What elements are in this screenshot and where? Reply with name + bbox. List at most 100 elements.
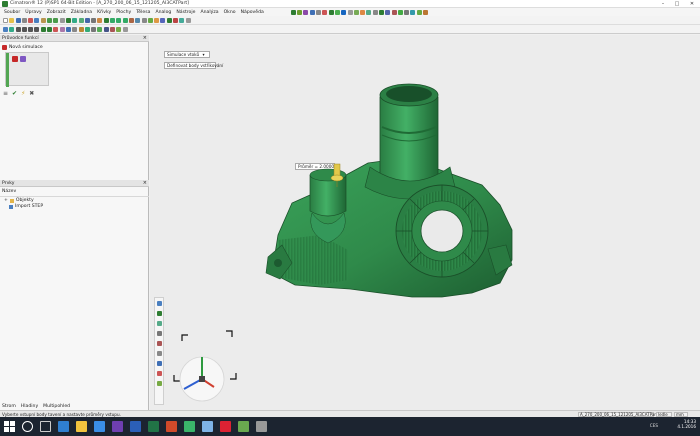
grid-icon[interactable] [141, 17, 147, 23]
sim-icon[interactable] [166, 17, 172, 23]
search-icon[interactable] [22, 421, 33, 432]
draft-icon[interactable] [360, 9, 366, 15]
split-icon[interactable] [372, 9, 378, 15]
undo-icon[interactable] [47, 17, 53, 23]
mirror-icon[interactable] [72, 26, 78, 32]
cimatron-taskbar-icon[interactable] [184, 421, 195, 432]
maximize-button[interactable]: □ [670, 0, 684, 8]
app-icon[interactable] [238, 421, 249, 432]
shade-icon[interactable] [97, 17, 103, 23]
menu-help[interactable]: Nápověda [241, 10, 264, 15]
material-icon[interactable] [160, 17, 166, 23]
render-icon[interactable] [416, 9, 422, 15]
graphics-viewport[interactable]: Simulace vtoků ▾ Definovat body vstřikov… [150, 35, 700, 410]
close-icon[interactable]: × [143, 35, 147, 42]
menu-solids[interactable]: Tělesa [136, 10, 150, 15]
onenote-icon[interactable] [112, 421, 123, 432]
front-view-icon[interactable] [116, 17, 122, 23]
language-indicator[interactable]: CES [650, 423, 658, 428]
excel-icon[interactable] [148, 421, 159, 432]
align-icon[interactable] [97, 26, 103, 32]
layer-icon[interactable] [128, 17, 134, 23]
delete-icon[interactable] [391, 9, 397, 15]
copy-tool-icon[interactable] [156, 331, 162, 336]
loft-icon[interactable] [47, 26, 53, 32]
fit-icon[interactable] [84, 17, 90, 23]
menu-file[interactable]: Soubor [4, 10, 20, 15]
paste-icon[interactable] [40, 17, 46, 23]
line-icon[interactable] [316, 9, 322, 15]
edge-icon[interactable] [58, 421, 69, 432]
tree-item-import-step[interactable]: Import STEP [9, 204, 43, 209]
copy-icon[interactable] [34, 17, 40, 23]
gate-icon[interactable] [12, 56, 18, 62]
windows-start-icon[interactable] [4, 421, 15, 432]
filter-icon[interactable] [135, 17, 141, 23]
move-tool-icon[interactable] [156, 311, 162, 316]
sketch-icon[interactable] [3, 26, 8, 32]
mold-icon[interactable] [303, 9, 309, 15]
play-icon[interactable] [179, 17, 185, 23]
wireframe-icon[interactable] [91, 17, 97, 23]
blend-icon[interactable] [378, 9, 384, 15]
menu-window[interactable]: Okno [224, 10, 236, 15]
arc-icon[interactable] [21, 26, 27, 32]
project-icon[interactable] [65, 26, 71, 32]
top-view-icon[interactable] [110, 17, 116, 23]
explorer-icon[interactable] [76, 421, 87, 432]
tree-item-objects[interactable]: + Objekty [4, 198, 34, 203]
section-icon[interactable] [410, 9, 416, 15]
point-icon[interactable] [9, 26, 15, 32]
wizard-item-new-simulation[interactable]: Nová simulace [2, 45, 43, 50]
erase-icon[interactable] [110, 26, 116, 32]
iso-view-icon[interactable] [103, 17, 109, 23]
select-tool-icon[interactable] [156, 301, 162, 306]
preview-icon[interactable]: ⚡ [21, 91, 25, 97]
print-icon[interactable] [21, 17, 27, 23]
select-icon[interactable] [59, 17, 65, 23]
color-icon[interactable] [423, 9, 429, 15]
system-clock[interactable]: 14:33 4.1.2016 [677, 419, 696, 429]
offset-icon[interactable] [366, 9, 372, 15]
heal-icon[interactable] [116, 26, 122, 32]
extrude-icon[interactable] [328, 9, 334, 15]
zoom-icon[interactable] [65, 17, 71, 23]
snap-icon[interactable] [147, 17, 153, 23]
fillet-icon[interactable] [341, 9, 347, 15]
view-triad[interactable] [173, 330, 237, 402]
close-button[interactable]: ✕ [685, 0, 699, 8]
trim-icon[interactable] [53, 26, 59, 32]
redo-icon[interactable] [53, 17, 59, 23]
cut-icon[interactable] [28, 17, 34, 23]
extend-icon[interactable] [59, 26, 65, 32]
cut-icon[interactable] [322, 9, 328, 15]
rotate-icon[interactable] [78, 17, 84, 23]
revolve-icon[interactable] [334, 9, 340, 15]
shell-icon[interactable] [297, 9, 303, 15]
menu-tools[interactable]: Nástroje [176, 10, 195, 15]
powerpoint-icon[interactable] [166, 421, 177, 432]
acrobat-icon[interactable] [220, 421, 231, 432]
pan-icon[interactable] [72, 17, 78, 23]
expand-icon[interactable]: + [4, 198, 8, 203]
circle-icon[interactable] [28, 26, 34, 32]
save-icon[interactable] [15, 17, 21, 23]
measure-icon[interactable] [404, 9, 410, 15]
light-icon[interactable] [154, 17, 160, 23]
new-file-icon[interactable] [3, 17, 8, 23]
rotate-tool-icon[interactable] [156, 321, 162, 326]
options-icon[interactable]: ≡ [3, 91, 8, 97]
part-model[interactable] [150, 35, 700, 410]
view-icon[interactable] [309, 9, 315, 15]
line-tool-icon[interactable] [15, 26, 21, 32]
app-icon[interactable] [202, 421, 213, 432]
display-tool-icon[interactable] [156, 361, 162, 366]
scale-icon[interactable] [91, 26, 97, 32]
runner-icon[interactable] [20, 56, 26, 62]
outlook-icon[interactable] [94, 421, 105, 432]
app-icon[interactable] [256, 421, 267, 432]
print-tool-icon[interactable] [156, 351, 162, 356]
spline-icon[interactable] [34, 26, 40, 32]
menu-base[interactable]: Základna [71, 10, 92, 15]
menu-view[interactable]: Zobrazit [47, 10, 66, 15]
